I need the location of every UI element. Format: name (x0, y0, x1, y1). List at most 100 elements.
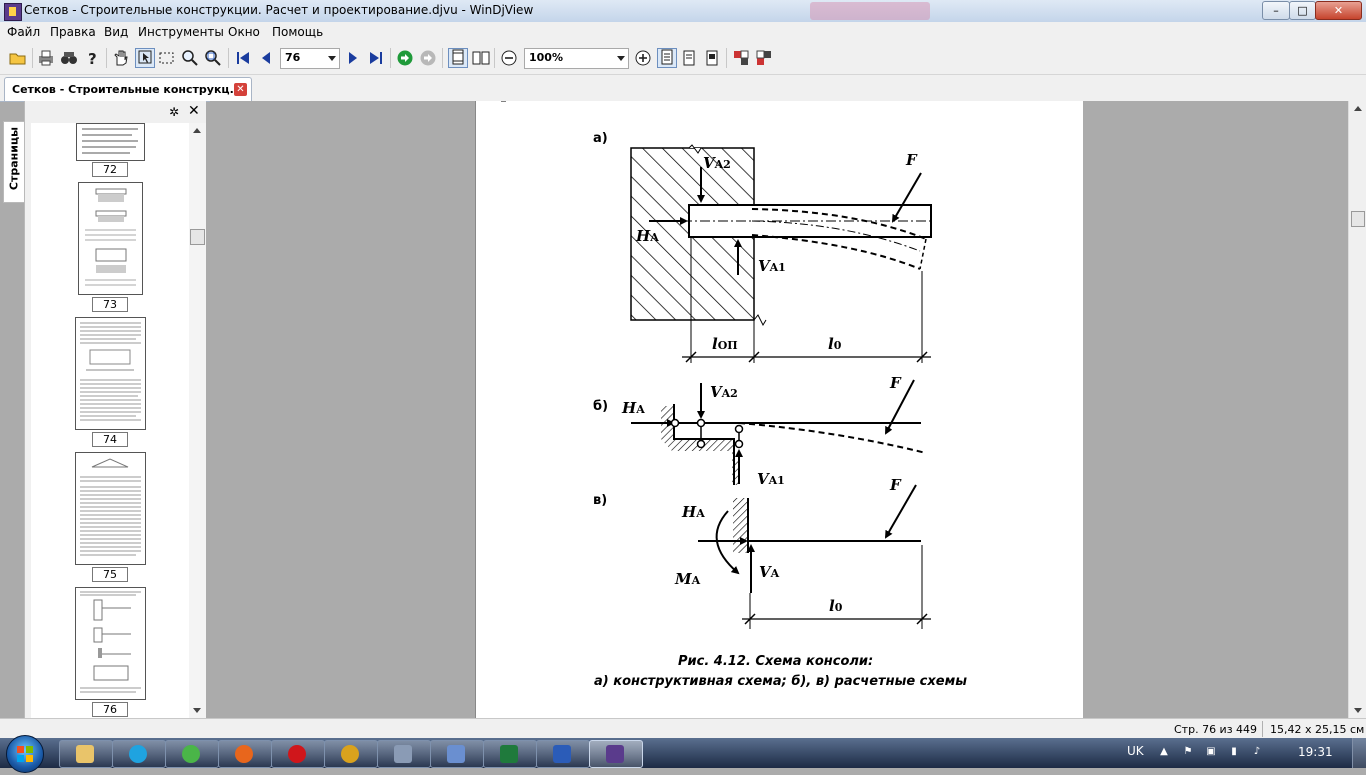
document-app-icon (447, 745, 465, 763)
taskbar-windjview[interactable] (589, 740, 643, 768)
select-tool-icon[interactable] (135, 48, 155, 68)
scrollbar-thumb[interactable] (190, 229, 205, 245)
taskbar-app-doc[interactable] (430, 740, 484, 768)
document-tab-strip: Сетков - Строительные конструкц... ✕ (0, 75, 1366, 102)
hand-tool-icon[interactable] (112, 49, 130, 67)
zoom-in-icon[interactable] (634, 49, 652, 67)
tray-expand-icon[interactable]: ▲ (1158, 746, 1170, 758)
fit-width-icon[interactable] (657, 48, 677, 68)
taskbar-skype[interactable] (112, 740, 166, 768)
page-thumbnail-76[interactable] (75, 587, 146, 700)
document-view[interactable]: а) б) в) VA2 HA VA1 F lОП l0 HA VA2 VA1 … (210, 101, 1348, 718)
excel-icon (500, 745, 518, 763)
taskbar-autocad[interactable] (324, 740, 378, 768)
svg-text:?: ? (88, 50, 97, 67)
document-tab-label: Сетков - Строительные конструкц... (12, 83, 243, 96)
menu-edit[interactable]: Правка (50, 25, 96, 39)
page-thumbnail-73[interactable] (78, 182, 143, 295)
label-VA1-a: VA1 (758, 257, 786, 275)
scroll-up-arrow-icon[interactable] (193, 128, 201, 133)
flower-app-icon (182, 745, 200, 763)
tray-language[interactable]: UK (1127, 744, 1144, 758)
folder-icon (76, 745, 94, 763)
maximize-button[interactable]: □ (1289, 1, 1316, 20)
taskbar-explorer[interactable] (59, 740, 113, 768)
minimize-icon: – (1273, 4, 1279, 17)
zoom-rect-icon[interactable] (204, 49, 222, 67)
blurred-tab-area (810, 2, 930, 20)
toolbar-separator (442, 48, 443, 68)
maximize-icon: □ (1297, 4, 1308, 17)
menu-help[interactable]: Помощь (272, 25, 323, 39)
taskbar-opera[interactable] (271, 740, 325, 768)
page-thumbnail-75[interactable] (75, 452, 146, 565)
menu-tools[interactable]: Инструменты (138, 25, 224, 39)
chevron-down-icon[interactable] (617, 56, 625, 61)
page-thumbnail-72[interactable] (76, 123, 145, 161)
taskbar-excel[interactable] (483, 740, 537, 768)
tray-clock[interactable]: 19:31 (1298, 745, 1333, 759)
document-tab[interactable]: Сетков - Строительные конструкц... ✕ (4, 77, 252, 101)
scroll-up-arrow-icon[interactable] (1354, 106, 1362, 111)
gear-icon[interactable]: ✲ (169, 105, 179, 119)
last-page-icon[interactable] (367, 49, 385, 67)
rotate-right-icon[interactable] (755, 49, 773, 67)
page-thumbnail-74[interactable] (75, 317, 146, 430)
taskbar-firefox[interactable] (218, 740, 272, 768)
close-tab-icon[interactable]: ✕ (234, 83, 247, 96)
menu-file[interactable]: Файл (7, 25, 40, 39)
rect-select-icon[interactable] (158, 49, 176, 67)
rotate-left-icon[interactable] (732, 49, 750, 67)
minimize-button[interactable]: – (1262, 1, 1290, 20)
tray-network-icon[interactable]: ▣ (1205, 746, 1217, 758)
taskbar-app-green[interactable] (165, 740, 219, 768)
go-back-icon[interactable] (396, 49, 414, 67)
close-window-button[interactable]: ✕ (1315, 1, 1362, 20)
scroll-down-arrow-icon[interactable] (1354, 708, 1362, 713)
single-page-layout-icon[interactable] (448, 48, 468, 68)
zoom-out-icon[interactable] (500, 49, 518, 67)
help-question-icon[interactable]: ? (84, 49, 102, 68)
zoom-level-combo[interactable]: 100% (524, 48, 629, 69)
label-F-v: F (890, 476, 901, 494)
previous-page-icon[interactable] (257, 49, 275, 67)
fit-page-icon[interactable] (680, 49, 698, 67)
toolbar: ? 76 100% (0, 42, 1366, 75)
sidebar-tab-pages[interactable]: Страницы (3, 121, 24, 203)
print-icon[interactable] (37, 49, 55, 67)
windows-taskbar: UK ▲ ⚑ ▣ ▮ ♪ 19:31 (0, 735, 1366, 773)
menu-view[interactable]: Вид (104, 25, 128, 39)
menu-window[interactable]: Окно (228, 25, 260, 39)
actual-size-icon[interactable] (703, 49, 721, 67)
next-page-icon[interactable] (344, 49, 362, 67)
scrollbar-thumb[interactable] (1351, 211, 1365, 227)
label-F-a: F (906, 151, 917, 169)
find-binoculars-icon[interactable] (60, 49, 78, 67)
close-panel-icon[interactable]: ✕ (188, 103, 200, 119)
page-thumbnail-label: 73 (92, 297, 128, 312)
tray-volume-icon[interactable]: ♪ (1251, 746, 1263, 758)
start-button[interactable] (6, 735, 44, 773)
open-folder-icon[interactable] (9, 49, 27, 67)
label-l0-v: l0 (829, 597, 843, 615)
tray-flag-icon[interactable]: ⚑ (1182, 746, 1194, 758)
opera-icon (288, 745, 306, 763)
chevron-down-icon[interactable] (328, 56, 336, 61)
document-scrollbar[interactable] (1348, 101, 1366, 718)
tray-signal-icon[interactable]: ▮ (1228, 746, 1240, 758)
scroll-down-arrow-icon[interactable] (193, 708, 201, 713)
page-thumbnail-label: 76 (92, 702, 128, 717)
page-number-combo[interactable]: 76 (280, 48, 340, 69)
zoom-icon[interactable] (181, 49, 199, 67)
taskbar-word[interactable] (536, 740, 590, 768)
autocad-icon (341, 745, 359, 763)
two-page-layout-icon[interactable] (472, 49, 490, 67)
windjview-app-icon[interactable] (4, 3, 22, 21)
label-F-b: F (890, 374, 901, 392)
show-desktop-button[interactable] (1352, 738, 1366, 768)
first-page-icon[interactable] (234, 49, 252, 67)
go-forward-icon[interactable] (419, 49, 437, 67)
taskbar-app-gray[interactable] (377, 740, 431, 768)
thumbnails-scrollbar[interactable] (189, 123, 206, 718)
page-thumbnail-label: 74 (92, 432, 128, 447)
